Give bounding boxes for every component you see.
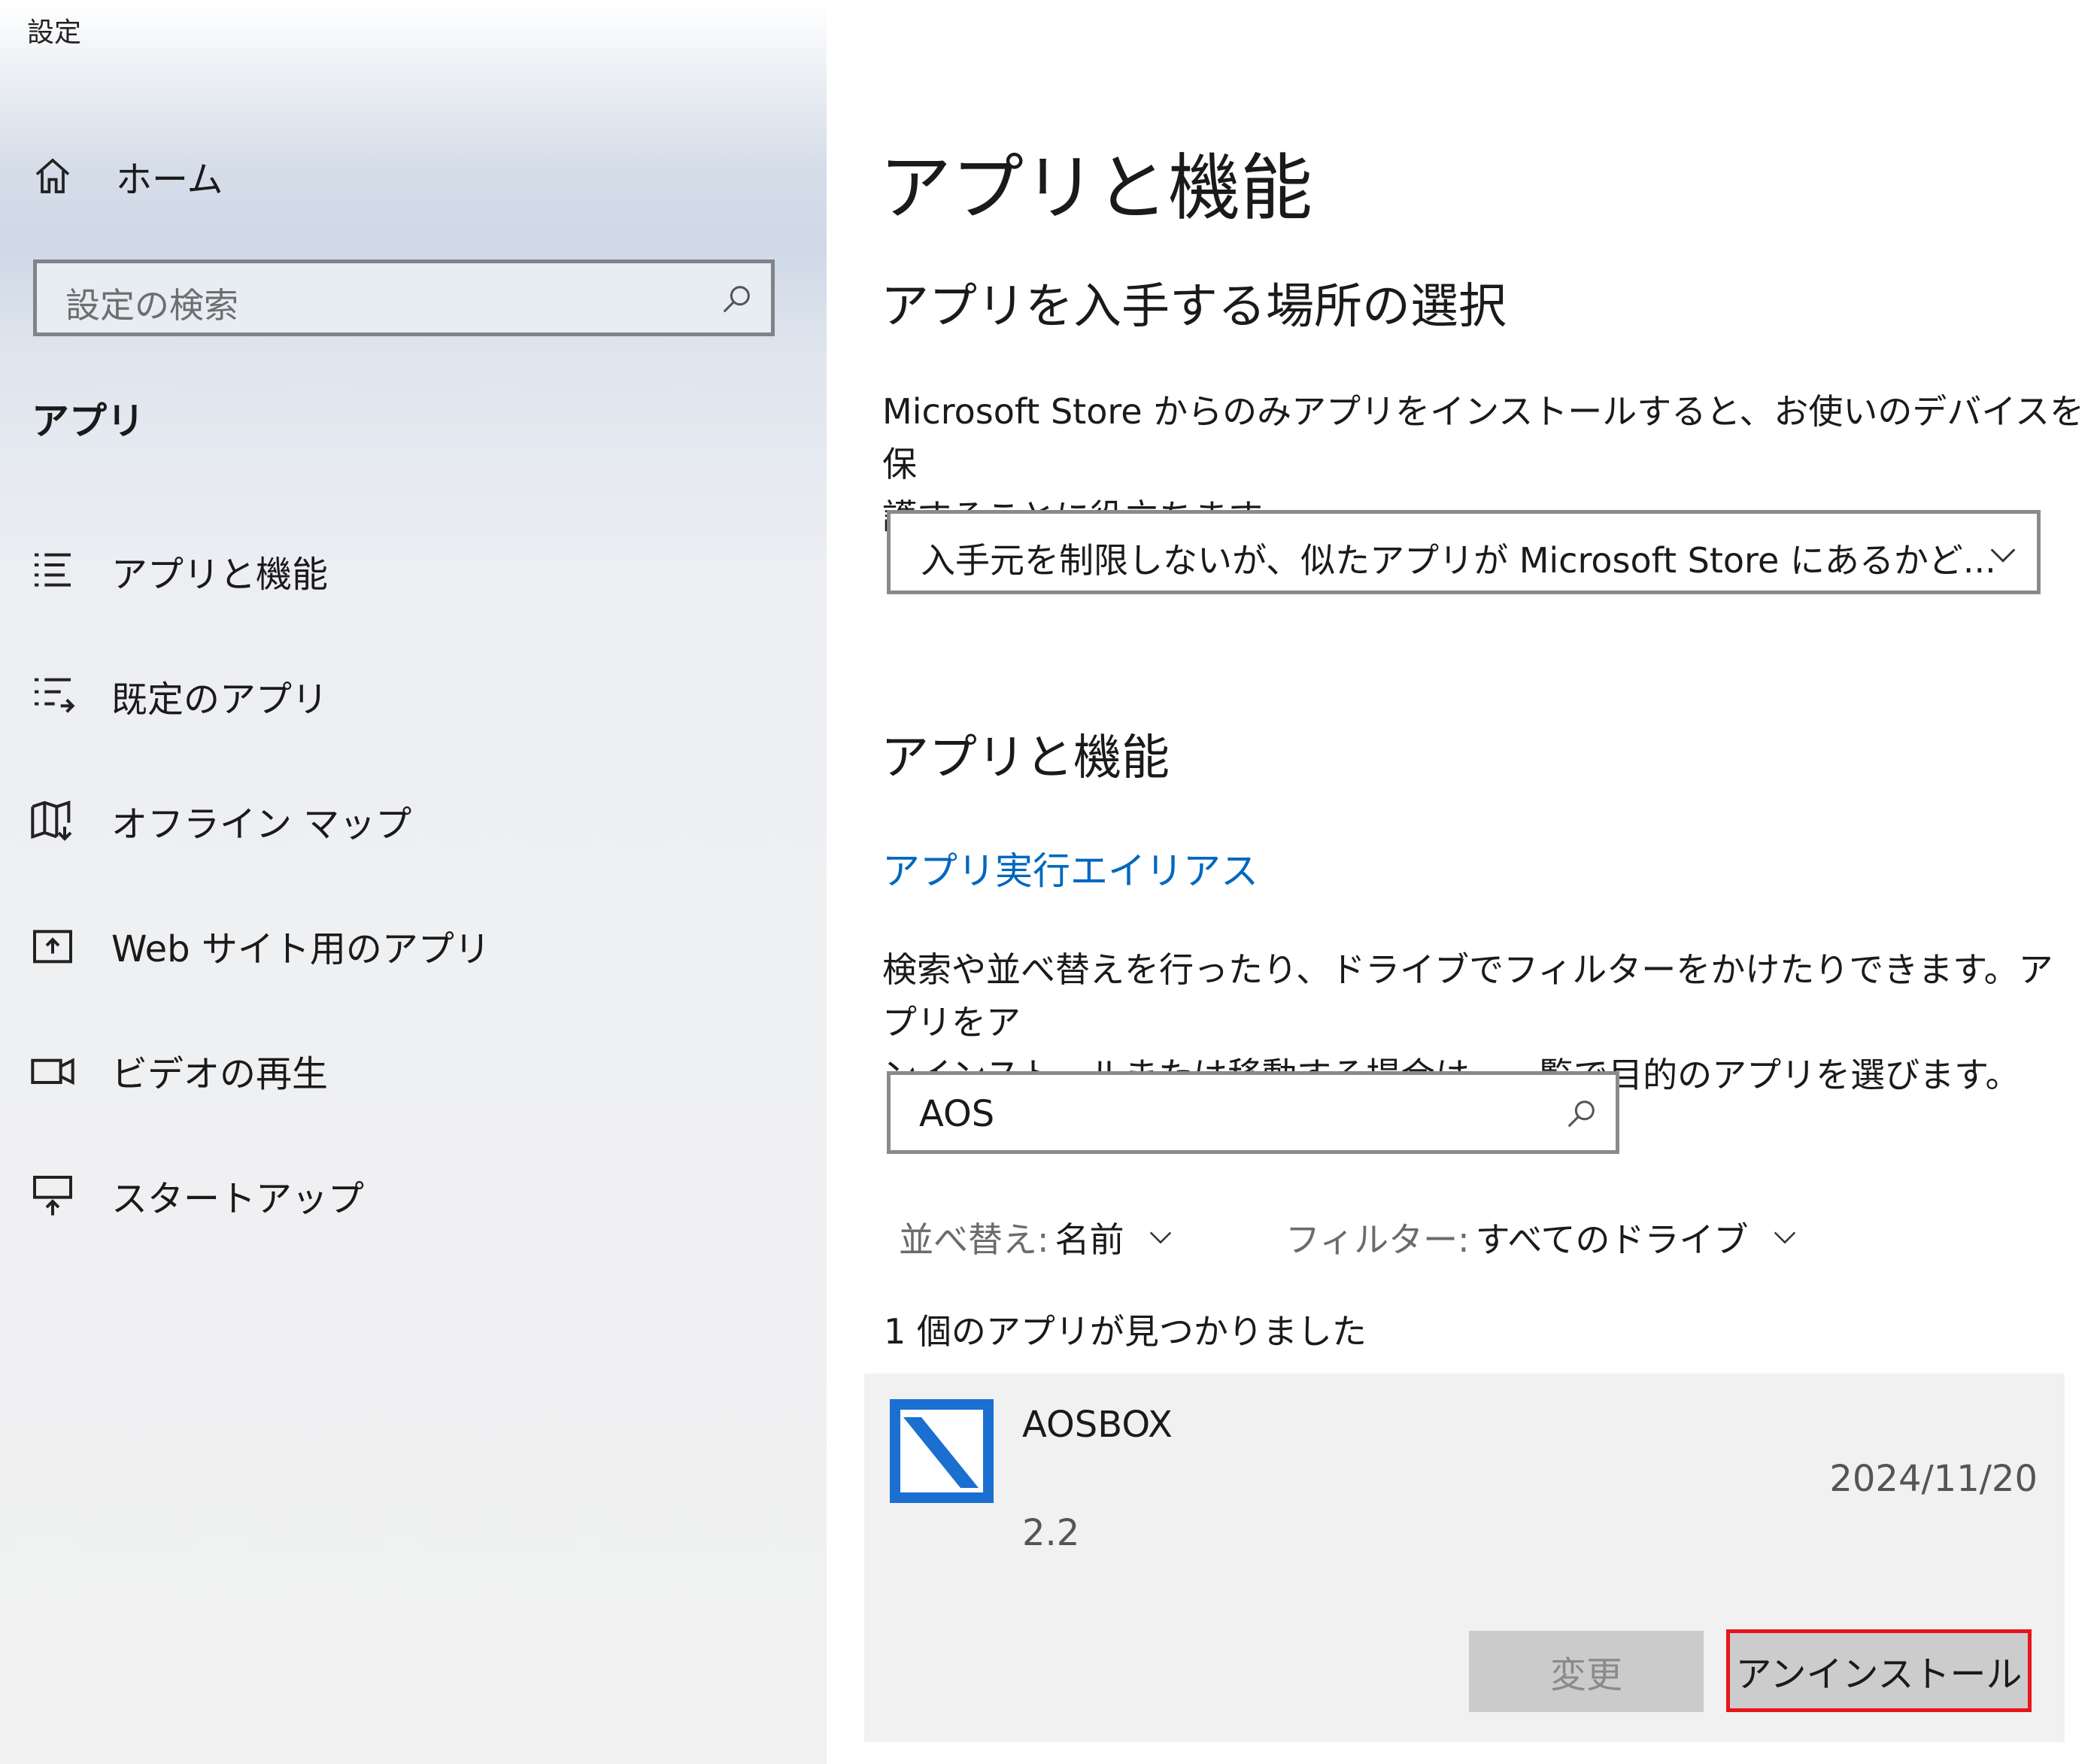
sort-value: 名前 — [1055, 1219, 1124, 1260]
sidebar-item-label: オフライン マップ — [111, 803, 412, 846]
default-apps-icon — [35, 678, 75, 713]
app-execution-alias-link[interactable]: アプリ実行エイリアス — [882, 841, 1258, 895]
app-icon-inner — [900, 1410, 983, 1492]
search-icon — [723, 286, 750, 313]
home-icon — [35, 158, 70, 193]
modify-button: 変更 — [1469, 1631, 1704, 1712]
sidebar-item-video-playback[interactable]: ビデオの再生 — [29, 1038, 328, 1103]
apps-section-heading: アプリと機能 — [881, 730, 1170, 786]
app-name: AOSBOX — [1022, 1404, 1173, 1446]
filter-drive-dropdown[interactable]: フィルター: すべてのドライブ — [1285, 1213, 1800, 1262]
app-version: 2.2 — [1022, 1512, 1080, 1554]
filter-value: すべてのドライブ — [1475, 1219, 1749, 1260]
source-section-heading: アプリを入手する場所の選択 — [881, 279, 1507, 335]
sidebar-item-apps-for-websites[interactable]: Web サイト用のアプリ — [29, 913, 490, 978]
chevron-down-icon — [1149, 1231, 1171, 1244]
sidebar-item-label: ビデオの再生 — [111, 1053, 329, 1095]
startup-icon — [33, 1176, 72, 1216]
home-label: ホーム — [116, 159, 223, 201]
apps-description-line1: 検索や並べ替えを行ったり、ドライブでフィルターをかけたりできます。アプリをア — [882, 949, 2053, 1043]
sidebar-home[interactable]: ホーム — [32, 149, 223, 203]
apps-features-icon — [35, 553, 71, 587]
result-count: 1 個のアプリが見つかりました — [884, 1311, 1367, 1352]
app-search-value: AOS — [919, 1093, 995, 1135]
sidebar: 設定 ホーム 設定の検索 アプリ アプリと機能 既定のアプリ オフライン マップ — [0, 0, 827, 1764]
aosbox-app-icon — [890, 1399, 994, 1503]
apps-for-websites-icon — [33, 930, 72, 964]
offline-maps-icon — [31, 800, 72, 841]
settings-search-input[interactable]: 設定の検索 — [33, 260, 775, 336]
sidebar-item-apps-features[interactable]: アプリと機能 — [29, 539, 328, 603]
video-playback-icon — [31, 1058, 74, 1085]
filter-label: フィルター: — [1285, 1219, 1470, 1260]
chevron-down-icon — [1774, 1231, 1795, 1244]
app-install-date: 2024/11/20 — [1829, 1458, 2038, 1500]
source-description-line1: Microsoft Store からのみアプリをインストールすると、お使いのデバ… — [882, 391, 2085, 484]
chevron-down-icon — [1990, 548, 2016, 563]
sidebar-item-default-apps[interactable]: 既定のアプリ — [29, 663, 328, 728]
app-icon-slash — [903, 1417, 979, 1488]
app-list-item[interactable]: AOSBOX 2.2 2024/11/20 変更 アンインストール — [864, 1374, 2065, 1742]
app-source-dropdown[interactable]: 入手元を制限しないが、似たアプリが Microsoft Store にあるかど.… — [887, 510, 2041, 594]
sidebar-item-offline-maps[interactable]: オフライン マップ — [29, 788, 411, 853]
sidebar-item-label: アプリと機能 — [111, 554, 329, 596]
window-title: 設定 — [27, 17, 82, 48]
search-placeholder: 設定の検索 — [65, 285, 238, 326]
sidebar-item-label: スタートアップ — [111, 1178, 365, 1220]
app-source-dropdown-value: 入手元を制限しないが、似たアプリが Microsoft Store にあるかど.… — [921, 540, 1996, 581]
sidebar-item-label: Web サイト用のアプリ — [111, 928, 490, 970]
sort-label: 並べ替え: — [899, 1219, 1049, 1260]
search-icon — [1567, 1101, 1595, 1128]
main-content: アプリと機能 アプリを入手する場所の選択 Microsoft Store からの… — [827, 0, 2100, 1764]
sort-dropdown[interactable]: 並べ替え: 名前 — [899, 1213, 1176, 1262]
app-search-input[interactable]: AOS — [887, 1071, 1619, 1154]
uninstall-button[interactable]: アンインストール — [1726, 1629, 2032, 1712]
sidebar-item-label: 既定のアプリ — [111, 679, 329, 721]
page-title: アプリと機能 — [879, 146, 1312, 230]
sidebar-section-title: アプリ — [32, 399, 144, 443]
sidebar-item-startup[interactable]: スタートアップ — [29, 1163, 364, 1228]
